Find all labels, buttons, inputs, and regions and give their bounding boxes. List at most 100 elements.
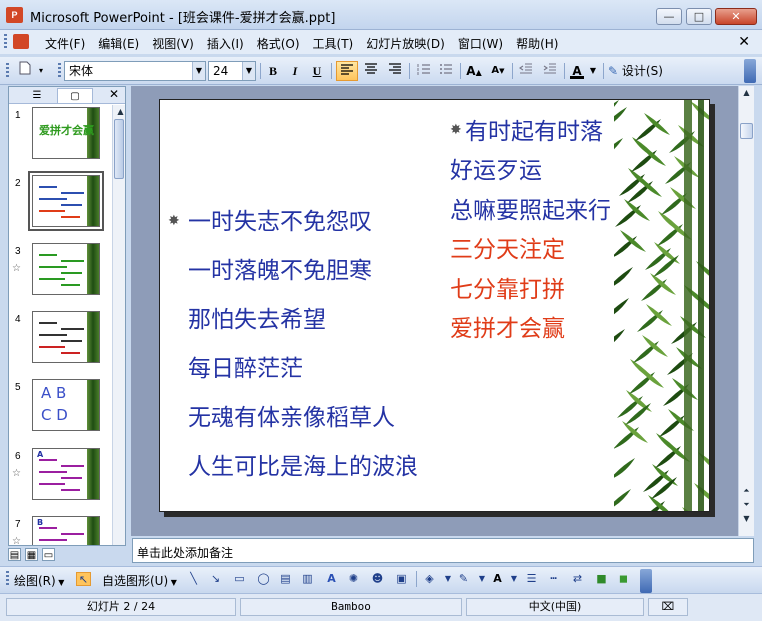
slide-thumbnail-row[interactable]: 4: [9, 311, 113, 369]
italic-button[interactable]: I: [286, 61, 304, 81]
slide-thumbnail[interactable]: [32, 311, 100, 363]
notes-pane[interactable]: 单击此处添加备注: [132, 538, 754, 563]
toolbar-options-chevron-icon[interactable]: ▾: [36, 61, 46, 81]
slide-thumbnail[interactable]: A: [32, 448, 100, 500]
font-color-button[interactable]: A: [568, 61, 586, 81]
font-color-dropdown-icon[interactable]: ▼: [588, 61, 598, 81]
design-button[interactable]: ✎ 设计(S): [608, 61, 672, 81]
toolbar-grip-handle-2[interactable]: [58, 63, 61, 79]
menu-item[interactable]: 视图(V): [145, 35, 200, 52]
font-name-dropdown-icon[interactable]: ▼: [192, 62, 205, 80]
decrease-indent-icon[interactable]: [516, 61, 536, 81]
maximize-button[interactable]: □: [686, 8, 712, 25]
line-style-icon[interactable]: ☰: [524, 572, 539, 586]
slide-thumbnail[interactable]: [32, 243, 100, 295]
oval-tool-icon[interactable]: ◯: [256, 572, 271, 586]
menu-item[interactable]: 编辑(E): [91, 35, 145, 52]
scroll-thumb[interactable]: [740, 123, 753, 139]
slide-thumbnail-row[interactable]: 3 ☆: [9, 243, 113, 301]
slide-thumbnail-row[interactable]: 1 爱拼才会赢: [9, 107, 113, 165]
bullet-list-icon[interactable]: [436, 61, 456, 81]
fill-color-icon[interactable]: ◈: [422, 572, 437, 586]
slide-thumbnail-row[interactable]: 5 A B C D: [9, 379, 113, 437]
tab-slides[interactable]: ▢: [57, 88, 93, 103]
scroll-up-icon[interactable]: ▲: [740, 86, 753, 99]
slide-scrollbar[interactable]: ▲ ⏶ ⏷ ▼: [738, 86, 754, 536]
line-tool-icon[interactable]: ╲: [186, 572, 201, 586]
align-right-button[interactable]: [384, 61, 406, 81]
slideshow-view-icon[interactable]: ▭: [42, 548, 55, 561]
menu-item[interactable]: 格式(O): [250, 35, 306, 52]
draw-font-color-dropdown-icon[interactable]: ▼: [510, 572, 518, 586]
toolbar-overflow-button[interactable]: [744, 59, 756, 83]
scroll-down-icon[interactable]: ▼: [740, 512, 753, 525]
close-window-button[interactable]: ✕: [715, 8, 757, 25]
picture-icon[interactable]: ▣: [394, 572, 409, 586]
shadow-style-icon[interactable]: ■: [594, 572, 609, 586]
slide-thumbnail[interactable]: B: [32, 516, 100, 545]
slide-canvas[interactable]: ✸ 一时失志不免怨叹 一时落魄不免胆寒 那怕失去希望 每日醉茫茫 无魂有体亲像稻草人 人生…: [159, 99, 710, 512]
menu-grip-handle[interactable]: [4, 34, 7, 50]
toolbar-grip-handle[interactable]: [6, 63, 9, 79]
next-slide-icon[interactable]: ⏷: [740, 498, 753, 511]
arrow-style-icon[interactable]: ⇄: [570, 572, 585, 586]
wordart-icon[interactable]: A: [324, 572, 339, 586]
clipart-icon[interactable]: ☻: [370, 572, 385, 586]
menu-item[interactable]: 文件(F): [38, 35, 91, 52]
panel-scroll-up-icon[interactable]: ▲: [114, 105, 127, 118]
arrow-tool-icon[interactable]: ↘: [208, 572, 223, 586]
panel-close-icon[interactable]: ✕: [109, 87, 119, 101]
menu-item[interactable]: 窗口(W): [451, 35, 509, 52]
line-color-dropdown-icon[interactable]: ▼: [478, 572, 486, 586]
increase-font-size-icon[interactable]: A▲: [464, 61, 484, 81]
font-size-combo[interactable]: 24 ▼: [208, 61, 256, 81]
drawing-toolbar-overflow-button[interactable]: [640, 569, 652, 593]
tab-outline[interactable]: ☰: [19, 88, 55, 103]
increase-indent-icon[interactable]: [540, 61, 560, 81]
spelling-status-icon[interactable]: ⌧: [648, 598, 688, 616]
thumbnail-bamboo-strip: [87, 176, 99, 226]
slide-thumbnail-row[interactable]: 6 ☆ A: [9, 448, 113, 506]
slide-sorter-view-icon[interactable]: ▦: [25, 548, 38, 561]
select-pointer-icon[interactable]: ↖: [76, 572, 91, 586]
slide-thumbnail[interactable]: A B C D: [32, 379, 100, 431]
decrease-font-size-icon[interactable]: A▼: [488, 61, 508, 81]
autoshapes-button[interactable]: 自选图形(U) ▼: [102, 572, 177, 589]
document-icon[interactable]: [13, 34, 29, 49]
new-document-icon[interactable]: [16, 61, 34, 81]
dash-style-icon[interactable]: ┅: [546, 572, 561, 586]
numbered-list-icon[interactable]: [414, 61, 434, 81]
diagram-icon[interactable]: ✺: [346, 572, 361, 586]
font-name-combo[interactable]: 宋体 ▼: [64, 61, 206, 81]
menu-item[interactable]: 工具(T): [306, 35, 360, 52]
3d-style-icon[interactable]: ◼: [616, 572, 631, 586]
draw-menu-button[interactable]: 绘图(R) ▼: [14, 572, 64, 589]
rectangle-tool-icon[interactable]: ▭: [232, 572, 247, 586]
panel-scrollbar[interactable]: ▲: [112, 105, 125, 545]
panel-scroll-thumb[interactable]: [114, 119, 124, 179]
menu-item[interactable]: 帮助(H): [509, 35, 564, 52]
bold-button[interactable]: B: [264, 61, 282, 81]
underline-button[interactable]: U: [308, 61, 326, 81]
slide-thumbnail[interactable]: 爱拼才会赢: [32, 107, 100, 159]
vertical-textbox-icon[interactable]: ▥: [300, 572, 315, 586]
slide-thumbnail-row[interactable]: 7 ☆ B: [9, 516, 113, 545]
draw-font-color-icon[interactable]: A: [490, 572, 505, 586]
previous-slide-icon[interactable]: ⏶: [740, 484, 753, 497]
align-center-button[interactable]: [360, 61, 382, 81]
textbox-tool-icon[interactable]: ▤: [278, 572, 293, 586]
font-size-dropdown-icon[interactable]: ▼: [242, 62, 255, 80]
slide-thumbnail-row[interactable]: 2: [9, 171, 113, 233]
line-color-icon[interactable]: ✎: [456, 572, 471, 586]
close-document-button[interactable]: ✕: [738, 34, 750, 50]
menu-item[interactable]: 幻灯片放映(D): [359, 35, 451, 52]
powerpoint-app-icon[interactable]: P: [6, 7, 23, 23]
menu-item[interactable]: 插入(I): [200, 35, 250, 52]
minimize-button[interactable]: —: [656, 8, 682, 25]
normal-view-icon[interactable]: ▤: [8, 548, 21, 561]
slide-position-status: 幻灯片 2 / 24: [6, 598, 236, 616]
fill-color-dropdown-icon[interactable]: ▼: [444, 572, 452, 586]
drawing-grip-handle[interactable]: [6, 571, 9, 587]
slide-thumbnail[interactable]: [28, 171, 104, 231]
align-left-button[interactable]: [336, 61, 358, 81]
